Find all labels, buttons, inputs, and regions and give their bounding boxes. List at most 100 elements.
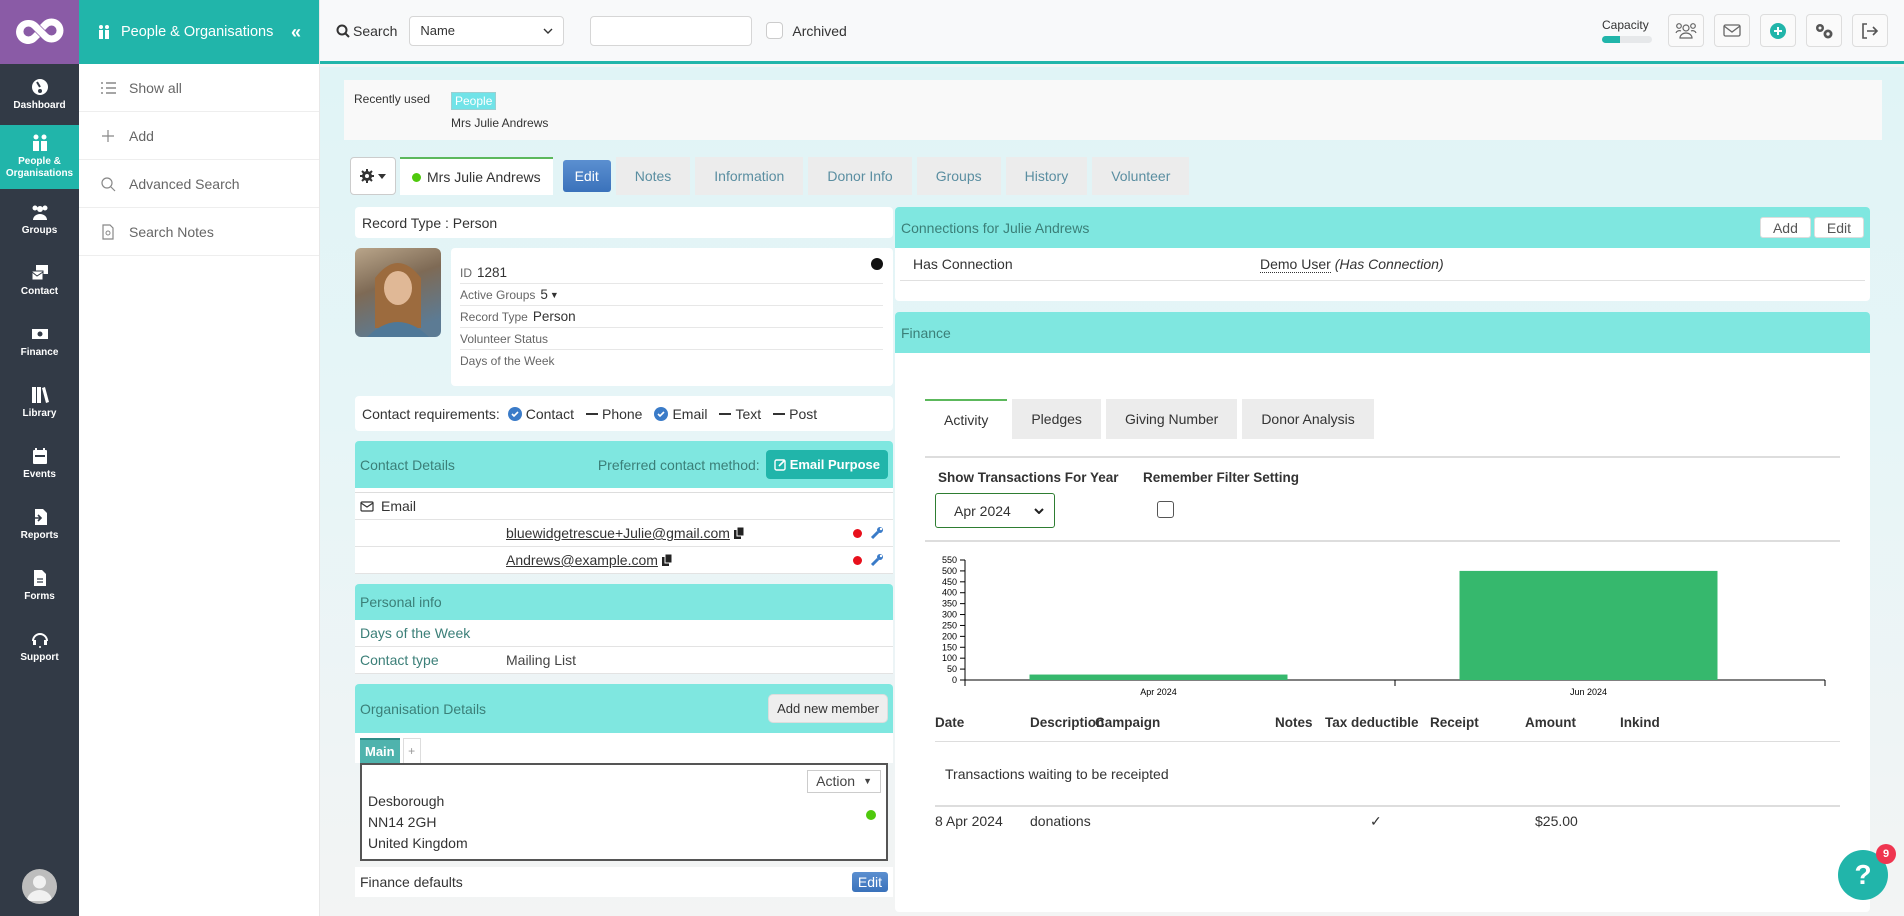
column-header-campaign[interactable]: Campaign [1095, 715, 1160, 730]
add-address-tab[interactable]: + [402, 738, 421, 763]
finance-defaults-label: Finance defaults [360, 874, 463, 890]
personal-info-label: Contact type [360, 652, 439, 668]
finance-tab-pledges[interactable]: Pledges [1012, 399, 1101, 439]
address-action-dropdown[interactable]: Action ▼ [807, 770, 881, 793]
contact-details-title: Contact Details [360, 456, 455, 473]
id-value: 1281 [477, 265, 508, 280]
forms-icon [33, 569, 46, 586]
column-header-date[interactable]: Date [935, 715, 964, 730]
section-sidebar: People & Organisations « Show all Add Adva… [79, 0, 320, 916]
add-connection-button[interactable]: Add [1759, 217, 1811, 238]
logout-icon [1862, 22, 1879, 39]
personal-info-title: Personal info [360, 594, 442, 610]
user-avatar[interactable] [22, 869, 57, 904]
rail-item-dashboard[interactable]: Dashboard [0, 64, 79, 125]
finance-tab-activity[interactable]: Activity [925, 399, 1008, 439]
rail-item-library[interactable]: Library [0, 372, 79, 433]
rail-item-reports[interactable]: Reports [0, 494, 79, 555]
email-link[interactable]: bluewidgetrescue+Julie@gmail.com [506, 525, 730, 541]
recently-used-item[interactable]: Mrs Julie Andrews [451, 116, 548, 130]
subnav-item-label: Show all [129, 79, 182, 96]
mail-button[interactable] [1714, 14, 1750, 47]
finance-tab-giving-number[interactable]: Giving Number [1105, 399, 1238, 439]
rail-item-finance[interactable]: Finance [0, 311, 79, 372]
y-tick-label: 50 [947, 664, 957, 674]
column-header-amount[interactable]: Amount [1525, 715, 1576, 730]
search-field-value: Name [420, 23, 456, 38]
tab-donor-info[interactable]: Donor Info [808, 157, 912, 195]
rail-item-people-organisations[interactable]: People & Organisations [0, 125, 79, 189]
search-field-select[interactable]: Name [409, 15, 565, 46]
recently-used-tag[interactable]: People [451, 92, 497, 110]
wrench-icon[interactable] [870, 553, 884, 567]
copy-icon[interactable] [733, 527, 745, 539]
app-logo[interactable] [0, 0, 79, 64]
personal-info-row: Days of the Week [355, 620, 893, 647]
address-tab-main[interactable]: Main [360, 738, 400, 763]
people-icon [99, 25, 109, 39]
record-settings-dropdown[interactable] [350, 157, 396, 195]
rail-item-label: Finance [20, 346, 59, 358]
add-new-button[interactable] [1760, 14, 1796, 47]
tab-volunteer[interactable]: Volunteer [1092, 157, 1190, 195]
groups-dropdown-icon[interactable]: ▼ [550, 290, 559, 300]
column-header-description[interactable]: Description [1030, 715, 1104, 730]
tab-information[interactable]: Information [695, 157, 804, 195]
rail-item-groups[interactable]: Groups [0, 189, 79, 250]
rail-item-forms[interactable]: Forms [0, 555, 79, 616]
connection-name-link[interactable]: Demo User [1260, 256, 1331, 273]
events-icon [32, 447, 47, 464]
library-icon [31, 386, 49, 403]
subnav-item-show-all[interactable]: Show all [79, 64, 319, 112]
year-filter-select[interactable]: Apr 2024 [935, 493, 1055, 528]
add-new-member-button[interactable]: Add new member [768, 694, 888, 723]
collapse-profile-icon[interactable] [871, 258, 883, 270]
email-heading: Email [381, 498, 417, 514]
copy-icon[interactable] [661, 554, 673, 566]
users-button[interactable] [1668, 14, 1704, 47]
subnav-item-add[interactable]: Add [79, 112, 319, 160]
collapse-sidebar-icon[interactable]: « [291, 22, 301, 43]
record-name: Mrs Julie Andrews [427, 169, 541, 185]
archived-checkbox[interactable] [766, 22, 784, 39]
email-link[interactable]: Andrews@example.com [506, 552, 658, 568]
table-row[interactable]: 8 Apr 2024 donations ✓ $25.00 [935, 807, 1840, 833]
search-input[interactable] [590, 15, 753, 46]
bar-not-printed [1029, 674, 1288, 680]
rail-item-support[interactable]: Support [0, 616, 79, 677]
rail-item-contact[interactable]: Contact [0, 250, 79, 311]
settings-button[interactable] [1806, 14, 1842, 47]
tab-groups[interactable]: Groups [916, 157, 1001, 195]
column-header-tax-deductible[interactable]: Tax deductible [1325, 715, 1419, 730]
active-groups-value[interactable]: 5 [540, 287, 548, 302]
finance-title: Finance [901, 324, 951, 341]
finance-defaults-edit-button[interactable]: Edit [851, 872, 888, 892]
organisation-title: Organisation Details [360, 700, 487, 717]
tab-history[interactable]: History [1005, 157, 1088, 195]
contact-requirement-phone: Phone [585, 406, 642, 422]
contact-requirements-label: Contact requirements: [362, 405, 500, 422]
finance-tab-donor-analysis[interactable]: Donor Analysis [1242, 399, 1374, 439]
finance-header: Finance [895, 312, 1870, 353]
tab-notes[interactable]: Notes [615, 157, 691, 195]
column-header-inkind[interactable]: Inkind [1620, 715, 1660, 730]
organisation-header: Organisation Details Add new member [355, 684, 893, 733]
edit-connections-button[interactable]: Edit [1813, 217, 1864, 238]
wrench-icon[interactable] [870, 526, 884, 540]
column-header-notes[interactable]: Notes [1275, 715, 1313, 730]
rail-item-events[interactable]: Events [0, 433, 79, 494]
column-header-receipt[interactable]: Receipt [1430, 715, 1479, 730]
remember-filter-checkbox[interactable] [1157, 501, 1174, 518]
rail-item-label: Forms [24, 590, 55, 602]
subnav-item-search-notes[interactable]: Search Notes [79, 208, 319, 256]
edit-record-button[interactable]: Edit [562, 160, 611, 192]
logo-icon [15, 18, 63, 44]
help-button[interactable]: ? 9 [1838, 844, 1896, 900]
preferred-contact-button[interactable]: Email Purpose [765, 450, 888, 479]
logout-button[interactable] [1852, 14, 1888, 47]
tab-record-name[interactable]: Mrs Julie Andrews [400, 157, 553, 195]
record-type-value: Person [532, 309, 576, 324]
contact-requirements: Contact requirements: Contact Phone Email T… [355, 396, 893, 431]
address-line: United Kingdom [368, 835, 468, 851]
subnav-item-advanced-search[interactable]: Advanced Search [79, 160, 319, 208]
